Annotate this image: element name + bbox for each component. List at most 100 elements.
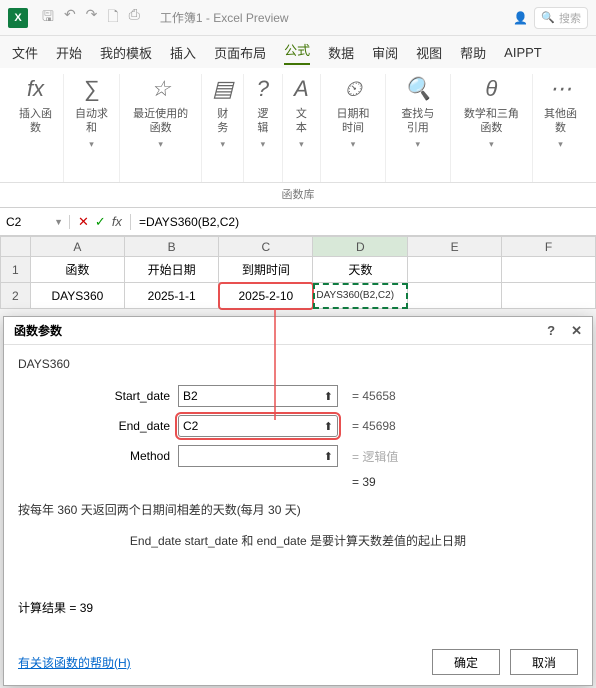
print-icon[interactable]: ⎙ [129,6,140,30]
chevron-down-icon: ▾ [558,139,563,150]
param-row-End_date: End_dateC2⬆= 45698 [18,415,578,437]
ribbon-label: 自动求和 [74,107,109,136]
name-box[interactable]: C2 ▼ [0,215,70,229]
param-input-Method[interactable]: ⬆ [178,445,338,467]
menu-AIPPT[interactable]: AIPPT [504,45,542,60]
row-header-2[interactable]: 2 [1,283,31,309]
undo-icon[interactable]: ↶ [64,6,76,30]
cell-F1[interactable] [502,257,596,283]
cancel-formula-icon[interactable]: ✕ [78,214,89,230]
search-placeholder: 搜索 [559,10,581,26]
param-description: End_date start_date 和 end_date 是要计算天数差值的… [18,532,578,549]
search-box[interactable]: 🔍 搜索 [534,7,588,29]
最近使用的函数-icon: ☆ [151,74,171,104]
ok-button[interactable]: 确定 [432,649,500,675]
fx-icon[interactable]: fx [112,214,122,230]
param-input-End_date[interactable]: C2⬆ [178,415,338,437]
account-icon[interactable]: 👤 [513,11,528,25]
param-result: = 45658 [352,389,396,403]
quick-access-toolbar: 🖫 ↶ ↷ 🗋 ⎙ [42,6,140,30]
menu-插入[interactable]: 插入 [170,43,196,62]
chevron-down-icon: ▾ [489,139,494,150]
chevron-down-icon[interactable]: ▼ [54,217,63,227]
param-row-Start_date: Start_dateB2⬆ = 45658 [18,385,578,407]
ribbon-查找与引用[interactable]: 🔍查找与引用 ▾ [386,74,451,182]
chevron-down-icon: ▾ [416,139,421,150]
dialog-titlebar: 函数参数 ? ✕ [4,317,592,345]
menu-数据[interactable]: 数据 [328,43,354,62]
ribbon-逻辑[interactable]: ?逻辑 ▾ [244,74,283,182]
range-select-icon[interactable]: ⬆ [324,390,333,403]
range-select-icon[interactable]: ⬆ [324,420,333,433]
app-icon: X [8,8,28,28]
help-link[interactable]: 有关该函数的帮助(H) [18,654,131,671]
ribbon-label: 其他函数 [543,107,578,136]
col-header-E[interactable]: E [408,237,502,257]
cell-E1[interactable] [408,257,502,283]
formula-buttons: ✕ ✓ fx [70,214,131,230]
param-label: End_date [18,419,178,433]
ribbon-group-name: 函数库 [0,183,596,208]
dialog-title: 函数参数 [14,322,62,339]
cell-C2[interactable]: 2025-2-10 [219,283,313,309]
cell-E2[interactable] [408,283,502,309]
menu-开始[interactable]: 开始 [56,43,82,62]
数学和三角函数-icon: θ [485,74,497,104]
cell-F2[interactable] [502,283,596,309]
其他函数-icon: ⋯ [549,74,571,104]
formula-input[interactable]: =DAYS360(B2,C2) [131,215,596,229]
row-header-1[interactable]: 1 [1,257,31,283]
col-header-A[interactable]: A [30,237,124,257]
chevron-down-icon: ▾ [220,139,225,150]
cell-D1[interactable]: 天数 [313,257,408,283]
intermediate-result: = 39 [352,475,578,489]
menu-我的模板[interactable]: 我的模板 [100,43,152,62]
ribbon-label: 日期和时间 [331,107,375,136]
cell-D2[interactable]: DAYS360(B2,C2) [313,283,408,309]
new-icon[interactable]: 🗋 [107,6,118,30]
select-all-corner[interactable] [1,237,31,257]
ribbon-其他函数[interactable]: ⋯ 其他函数 ▾ [533,74,588,182]
menu-审阅[interactable]: 审阅 [372,43,398,62]
col-header-C[interactable]: C [219,237,313,257]
close-icon[interactable]: ✕ [571,323,582,339]
help-icon[interactable]: ? [547,323,555,339]
redo-icon[interactable]: ↷ [86,6,98,30]
function-description: 按每年 360 天返回两个日期间相差的天数(每月 30 天) [18,501,578,518]
titlebar: X 🖫 ↶ ↷ 🗋 ⎙ 工作簿1 - Excel Preview 👤 🔍 搜索 [0,0,596,36]
chevron-down-icon: ▾ [261,139,266,150]
cell-A1[interactable]: 函数 [30,257,124,283]
ribbon-数学和三角函数[interactable]: θ数学和三角函数 ▾ [451,74,533,182]
col-header-B[interactable]: B [125,237,219,257]
menu-视图[interactable]: 视图 [416,43,442,62]
param-input-Start_date[interactable]: B2⬆ [178,385,338,407]
chevron-down-icon: ▾ [299,139,304,150]
ribbon-日期和时间[interactable]: ⏲日期和时间 ▾ [321,74,386,182]
param-row-Method: Method⬆= 逻辑值 [18,445,578,467]
ribbon-label: 文本 [293,107,311,136]
save-icon[interactable]: 🖫 [42,6,54,30]
ribbon-自动求和[interactable]: ∑自动求和 ▾ [64,74,120,182]
menu-帮助[interactable]: 帮助 [460,43,486,62]
col-header-F[interactable]: F [502,237,596,257]
ribbon-插入函数[interactable]: fx插入函数 [8,74,64,182]
ribbon-最近使用的函数[interactable]: ☆最近使用的函数 ▾ [120,74,202,182]
menu-页面布局[interactable]: 页面布局 [214,43,266,62]
cell-B2[interactable]: 2025-1-1 [125,283,219,309]
calc-result: 计算结果 = 39 [18,599,578,616]
menu-文件[interactable]: 文件 [12,43,38,62]
cell-B1[interactable]: 开始日期 [125,257,219,283]
accept-formula-icon[interactable]: ✓ [95,214,106,230]
cancel-button[interactable]: 取消 [510,649,578,675]
cell-A2[interactable]: DAYS360 [30,283,124,309]
ribbon: fx插入函数∑自动求和 ▾☆最近使用的函数 ▾▤财务 ▾?逻辑 ▾A文本 ▾⏲日… [0,68,596,183]
range-select-icon[interactable]: ⬆ [324,450,333,463]
param-label: Start_date [18,389,178,403]
ribbon-财务[interactable]: ▤财务 ▾ [202,74,244,182]
col-header-D[interactable]: D [313,237,408,257]
search-icon: 🔍 [541,11,555,24]
menu-公式[interactable]: 公式 [284,40,310,65]
ribbon-文本[interactable]: A文本 ▾ [283,74,322,182]
财务-icon: ▤ [212,74,233,104]
cell-C1[interactable]: 到期时间 [219,257,313,283]
